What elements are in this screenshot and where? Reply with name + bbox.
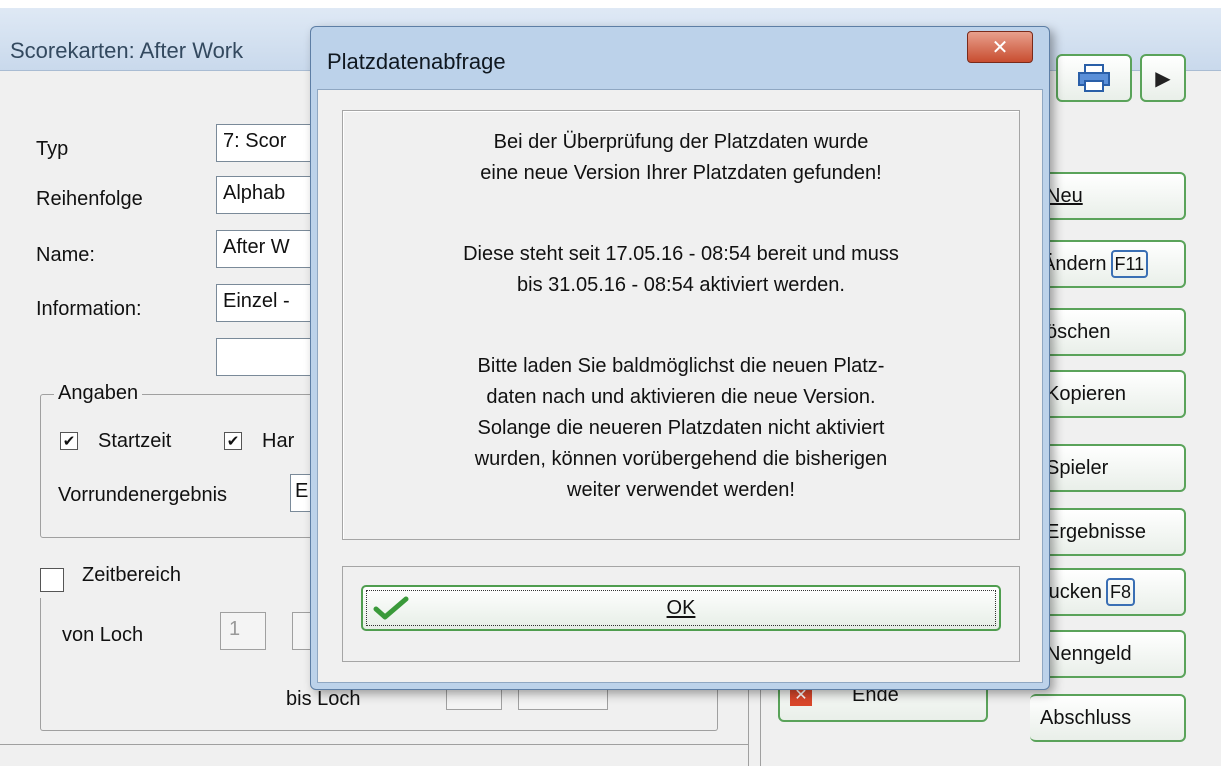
f8-key-badge: F8 (1106, 578, 1136, 606)
information-input-2[interactable] (216, 338, 316, 376)
reihenfolge-select[interactable]: Alphab (216, 176, 316, 214)
aendern-button[interactable]: Ändern F11 (1030, 240, 1186, 288)
nenngeld-label: Nenngeld (1046, 642, 1132, 665)
close-icon: ✕ (991, 36, 1009, 59)
message-line: bis 31.05.16 - 08:54 aktiviert werden. (517, 274, 845, 296)
print-toolbar-button[interactable] (1056, 54, 1132, 102)
dialog-title: Platzdatenabfrage (327, 49, 506, 74)
ergebnisse-label: Ergebnisse (1046, 520, 1147, 543)
nenngeld-button[interactable]: Nenngeld (1030, 630, 1186, 678)
message-line: Bitte laden Sie baldmöglichst die neuen … (477, 355, 885, 377)
von-loch-input[interactable]: 1 (220, 612, 266, 650)
message-paragraph-2: Diese steht seit 17.05.16 - 08:54 bereit… (343, 239, 1019, 301)
abschluss-label: Abschluss (1040, 706, 1132, 729)
information-input[interactable]: Einzel - (216, 284, 316, 322)
bis-loch-label: bis Loch (286, 688, 361, 710)
spieler-button[interactable]: Spieler (1030, 444, 1186, 492)
dialog-client-area: Bei der Überprüfung der Platzdaten wurde… (317, 89, 1043, 683)
reihenfolge-label: Reihenfolge (36, 188, 143, 210)
zeitbereich-label: Zeitbereich (82, 564, 181, 586)
button-panel: OK (342, 566, 1020, 662)
message-line: eine neue Version Ihrer Platzdaten gefun… (480, 162, 882, 184)
message-paragraph-3: Bitte laden Sie baldmöglichst die neuen … (343, 351, 1019, 506)
zeitbereich-checkbox[interactable] (40, 568, 64, 592)
window-title: Scorekarten: After Work (10, 38, 244, 63)
message-line: daten nach und aktivieren die neue Versi… (486, 386, 876, 408)
ok-button[interactable]: OK (361, 585, 1001, 631)
dialog-close-button[interactable]: ✕ (967, 31, 1033, 63)
message-paragraph-1: Bei der Überprüfung der Platzdaten wurde… (343, 127, 1019, 189)
angaben-group (40, 394, 332, 538)
neu-button[interactable]: Neu (1030, 172, 1186, 220)
spieler-label: Spieler (1046, 456, 1109, 479)
angaben-legend: Angaben (54, 382, 143, 405)
loeschen-button[interactable]: öschen (1030, 308, 1186, 356)
typ-select[interactable]: 7: Scor (216, 124, 316, 162)
message-line: wurden, können vorübergehend die bisheri… (474, 448, 888, 470)
startzeit-label: Startzeit (98, 430, 172, 452)
ok-label: OK (666, 596, 696, 619)
ergebnisse-button[interactable]: Ergebnisse (1030, 508, 1186, 556)
name-input[interactable]: After W (216, 230, 316, 268)
check-icon: ✔ (226, 432, 240, 450)
name-label: Name: (36, 244, 95, 266)
message-panel: Bei der Überprüfung der Platzdaten wurde… (342, 110, 1020, 540)
startzeit-checkbox[interactable]: ✔ (60, 432, 78, 450)
message-line: weiter verwendet werden! (567, 479, 795, 501)
f11-key-badge: F11 (1110, 250, 1149, 278)
play-icon: ▶ (1155, 67, 1171, 90)
handicap-checkbox[interactable]: ✔ (224, 432, 242, 450)
von-loch-label: von Loch (62, 624, 144, 646)
next-toolbar-button[interactable]: ▶ (1140, 54, 1186, 102)
check-icon: ✔ (62, 432, 76, 450)
information-label: Information: (36, 298, 142, 320)
checkmark-icon (373, 596, 409, 620)
printer-icon (1078, 64, 1110, 92)
message-line: Diese steht seit 17.05.16 - 08:54 bereit… (463, 243, 899, 265)
vorrunde-label: Vorrundenergebnis (58, 484, 228, 506)
kopieren-label: Kopieren (1046, 382, 1127, 405)
bottom-divider (0, 744, 748, 745)
abschluss-button[interactable]: Abschluss (1030, 694, 1186, 742)
neu-label: Neu (1046, 184, 1083, 207)
message-line: Solange die neueren Platzdaten nicht akt… (477, 417, 885, 439)
aendern-label: Ändern (1042, 252, 1107, 275)
kopieren-button[interactable]: Kopieren (1030, 370, 1186, 418)
drucken-label: rucken (1042, 580, 1103, 603)
loeschen-label: öschen (1046, 320, 1111, 343)
message-line: Bei der Überprüfung der Platzdaten wurde (493, 131, 869, 153)
handicap-label: Har (262, 430, 295, 452)
drucken-button[interactable]: rucken F8 (1030, 568, 1186, 616)
platzdatenabfrage-dialog: Platzdatenabfrage ✕ Bei der Überprüfung … (310, 26, 1050, 690)
typ-label: Typ (36, 138, 69, 160)
